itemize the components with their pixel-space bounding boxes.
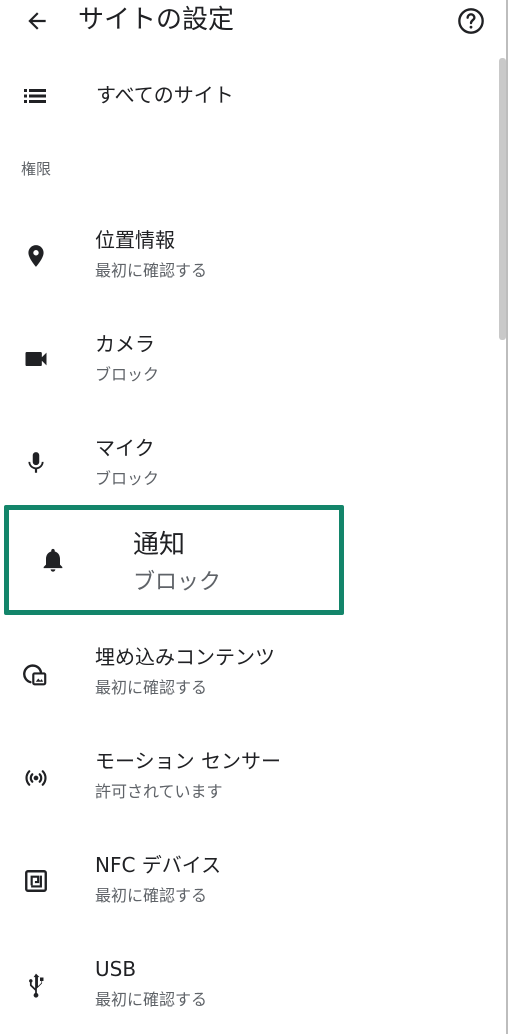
bell-icon bbox=[39, 546, 67, 574]
mic-icon bbox=[22, 449, 50, 477]
permission-status: 許可されています bbox=[95, 782, 223, 801]
list-icon bbox=[23, 85, 47, 107]
arrow-back-icon bbox=[24, 8, 50, 34]
page-title: サイトの設定 bbox=[78, 5, 235, 35]
permission-title: 通知 bbox=[133, 530, 186, 560]
videocam-icon bbox=[22, 345, 50, 373]
permission-item-notifications[interactable]: 通知 ブロック bbox=[4, 505, 344, 615]
permission-item-nfc[interactable]: NFC デバイス 最初に確認する bbox=[0, 847, 495, 923]
scrollbar[interactable] bbox=[499, 58, 506, 340]
all-sites-label: すべてのサイト bbox=[96, 83, 234, 107]
permission-title: 位置情報 bbox=[95, 228, 175, 252]
back-button[interactable] bbox=[20, 4, 54, 38]
permission-item-usb[interactable]: USB 最初に確認する bbox=[0, 951, 495, 1027]
permission-item-camera[interactable]: カメラ ブロック bbox=[0, 326, 495, 402]
app-bar: サイトの設定 bbox=[0, 0, 506, 46]
permission-title: USB bbox=[95, 957, 137, 981]
permission-status: 最初に確認する bbox=[95, 990, 208, 1009]
permission-title: マイク bbox=[95, 436, 155, 460]
permission-item-microphone[interactable]: マイク ブロック bbox=[0, 430, 495, 506]
permission-status: 最初に確認する bbox=[95, 261, 208, 280]
permission-status: ブロック bbox=[95, 469, 160, 488]
permission-status: ブロック bbox=[133, 570, 222, 595]
permission-title: モーション センサー bbox=[95, 749, 281, 773]
permission-item-location[interactable]: 位置情報 最初に確認する bbox=[0, 222, 495, 298]
permissions-section-header: 権限 bbox=[21, 160, 52, 178]
help-button[interactable] bbox=[456, 6, 486, 36]
permission-status: 最初に確認する bbox=[95, 678, 208, 697]
usb-icon bbox=[22, 971, 50, 999]
permission-status: ブロック bbox=[95, 365, 160, 384]
permission-title: NFC デバイス bbox=[95, 853, 222, 877]
permission-title: 埋め込みコンテンツ bbox=[95, 645, 275, 669]
permission-item-motion-sensors[interactable]: モーション センサー 許可されています bbox=[0, 743, 495, 819]
sensors-icon bbox=[22, 764, 50, 792]
settings-screen: サイトの設定 すべてのサイト 権限 位置情報 最初に確認する カメラ ブロック … bbox=[0, 0, 508, 1034]
permission-title: カメラ bbox=[95, 332, 155, 356]
nfc-icon bbox=[22, 867, 50, 895]
location-pin-icon bbox=[22, 242, 50, 270]
help-circle-icon bbox=[457, 7, 485, 35]
permission-status: 最初に確認する bbox=[95, 886, 208, 905]
embedded-content-icon bbox=[22, 660, 50, 688]
permission-item-embedded-content[interactable]: 埋め込みコンテンツ 最初に確認する bbox=[0, 639, 495, 715]
all-sites-item[interactable]: すべてのサイト bbox=[0, 72, 495, 120]
